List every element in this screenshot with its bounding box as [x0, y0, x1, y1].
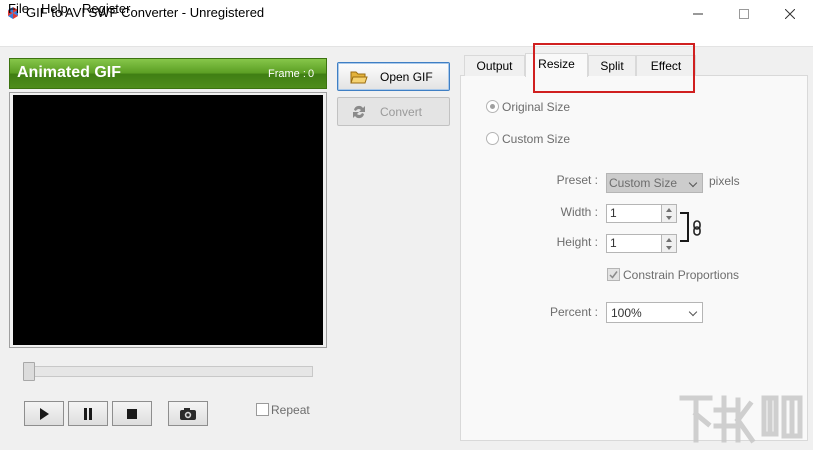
percent-label: Percent :: [549, 305, 598, 319]
width-spinner[interactable]: [661, 204, 677, 223]
custom-size-label: Custom Size: [502, 132, 571, 146]
convert-arrows-icon: [353, 105, 365, 119]
minimize-button[interactable]: [675, 0, 721, 27]
custom-size-radio[interactable]: [486, 132, 499, 145]
stop-icon: [127, 408, 137, 419]
original-size-label: Original Size: [502, 100, 571, 114]
preview-header: Animated GIF Frame : 0: [9, 58, 327, 89]
preset-label: Preset :: [556, 173, 598, 187]
play-icon: [40, 407, 49, 420]
tab-output[interactable]: Output: [464, 55, 525, 76]
pause-icon: [84, 407, 92, 420]
repeat-checkbox[interactable]: [256, 403, 269, 416]
play-button[interactable]: [24, 401, 64, 426]
height-label: Height :: [556, 235, 598, 249]
watermark-logo: [679, 395, 803, 444]
minimize-icon: [693, 13, 703, 14]
spin-down-icon: [666, 216, 672, 220]
chevron-down-icon: [688, 307, 698, 317]
preset-value: Custom Size: [609, 176, 678, 190]
convert-button[interactable]: Convert: [337, 97, 450, 126]
pixels-label: pixels: [709, 174, 740, 188]
percent-value: 100%: [611, 306, 642, 320]
gif-preview-canvas: [13, 95, 323, 345]
frame-label: Frame :: [268, 68, 306, 80]
maximize-icon: [739, 8, 749, 19]
seek-slider-track[interactable]: [24, 366, 313, 377]
original-size-radio[interactable]: [486, 100, 499, 113]
menu-register[interactable]: Register: [82, 1, 130, 16]
repeat-label: Repeat: [271, 403, 310, 417]
convert-label: Convert: [380, 105, 423, 119]
width-label: Width :: [560, 205, 598, 219]
pause-button[interactable]: [68, 401, 108, 426]
frame-value: 0: [308, 68, 315, 80]
spin-up-icon: [666, 208, 672, 212]
open-gif-label: Open GIF: [380, 70, 433, 84]
checkmark-icon: [609, 271, 618, 279]
open-gif-button[interactable]: Open GIF: [337, 62, 450, 91]
constrain-proportions-label: Constrain Proportions: [623, 268, 740, 282]
annotation-highlight-box: [533, 43, 695, 93]
seek-slider-thumb[interactable]: [23, 362, 35, 381]
close-button[interactable]: [767, 0, 813, 27]
snapshot-button[interactable]: [168, 401, 208, 426]
preview-title: Animated GIF: [17, 64, 122, 81]
menu-file[interactable]: File: [8, 1, 29, 16]
height-spinner[interactable]: [661, 234, 677, 253]
spin-down-icon: [666, 246, 672, 250]
menu-help[interactable]: Help: [41, 1, 68, 16]
maximize-button[interactable]: [721, 0, 767, 27]
stop-button[interactable]: [112, 401, 152, 426]
width-input[interactable]: 1: [606, 204, 663, 223]
chevron-down-icon: [688, 178, 698, 188]
chain-link-icon[interactable]: [692, 220, 702, 236]
folder-open-icon: [350, 71, 368, 84]
link-bracket: [680, 212, 689, 242]
spin-up-icon: [666, 238, 672, 242]
close-icon: [785, 8, 795, 19]
constrain-proportions-checkbox[interactable]: [607, 268, 620, 281]
camera-icon: [180, 407, 196, 420]
height-input[interactable]: 1: [606, 234, 663, 253]
tab-content-panel: [460, 75, 808, 441]
